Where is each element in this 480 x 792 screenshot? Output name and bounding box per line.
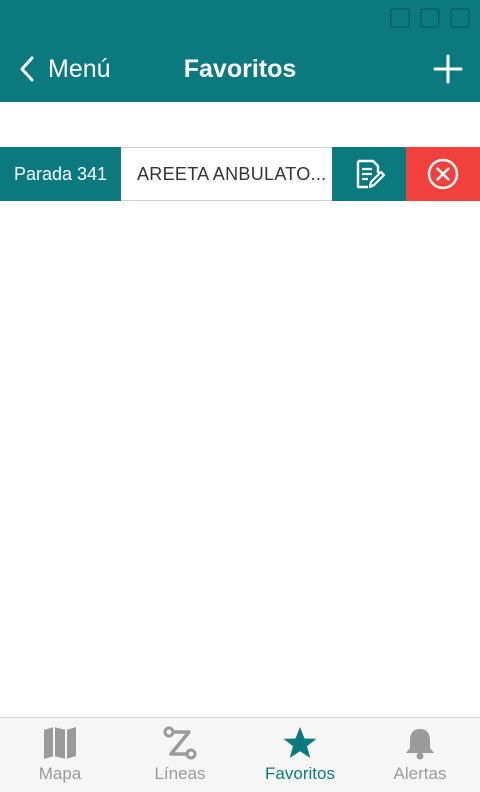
battery-icon (450, 8, 470, 28)
star-icon (283, 727, 317, 758)
tab-label-lineas: Líneas (154, 764, 206, 783)
map-icon (44, 727, 76, 759)
stop-name[interactable]: AREETA ANBULATO... (121, 147, 332, 201)
tab-alertas[interactable]: Alertas (360, 718, 480, 792)
edit-button[interactable] (332, 147, 406, 201)
wifi-icon (420, 8, 440, 28)
tab-lineas[interactable]: Líneas (120, 718, 240, 792)
status-bar (390, 6, 470, 30)
delete-button[interactable] (406, 147, 480, 201)
tab-label-favoritos: Favoritos (265, 764, 335, 783)
edit-icon (356, 159, 386, 189)
tab-favoritos[interactable]: Favoritos (240, 718, 360, 792)
bottom-tab-bar: Mapa Líneas Favoritos Alertas (0, 717, 480, 792)
add-button[interactable] (432, 53, 464, 85)
tab-mapa[interactable]: Mapa (0, 718, 120, 792)
status-icon (390, 8, 410, 28)
close-circle-icon (427, 158, 459, 190)
stop-id-label[interactable]: Parada 341 (0, 147, 121, 201)
favorite-row[interactable]: Parada 341 AREETA ANBULATO... (0, 147, 480, 201)
plus-icon (433, 54, 463, 84)
bell-icon (406, 729, 434, 760)
tab-label-alertas: Alertas (393, 764, 447, 783)
page-title: Favoritos (183, 55, 297, 83)
app-header: Menú Favoritos (0, 0, 480, 102)
route-icon (163, 726, 197, 760)
tab-label-mapa: Mapa (38, 764, 82, 783)
